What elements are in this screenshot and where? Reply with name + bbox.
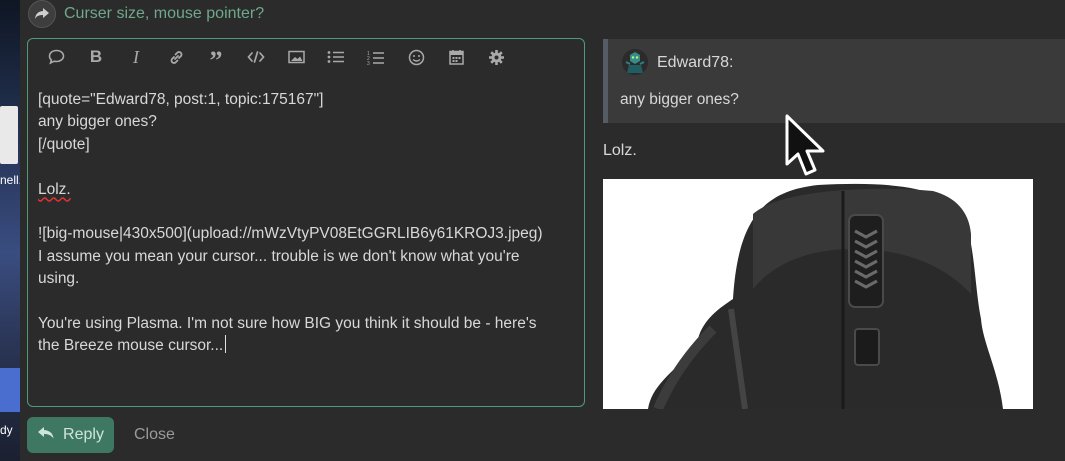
preview-body-text: Lolz. xyxy=(603,142,637,159)
reply-button-label: Reply xyxy=(63,426,104,443)
editor-line: using. xyxy=(38,270,80,288)
image-icon[interactable] xyxy=(276,39,316,75)
desktop-file-icon[interactable] xyxy=(0,106,18,164)
misspelled-word: Lolz. xyxy=(38,180,71,198)
preview-quote: Edward78: any bigger ones? xyxy=(603,39,1065,123)
reply-to-header: Curser size, mouse pointer? xyxy=(28,0,264,28)
bullet-list-icon[interactable] xyxy=(316,39,356,75)
svg-text:3: 3 xyxy=(367,61,370,65)
text-caret xyxy=(225,335,227,354)
editor-line: I assume you mean your cursor... trouble… xyxy=(38,247,520,265)
desktop-background: nell. dy xyxy=(0,0,20,461)
italic-icon[interactable]: I xyxy=(116,39,156,75)
close-button[interactable]: Close xyxy=(134,417,175,453)
emoji-icon[interactable] xyxy=(396,39,436,75)
desktop-file-label-2: dy xyxy=(0,423,13,437)
quote-text: any bigger ones? xyxy=(620,91,739,108)
composer-textarea[interactable]: [quote="Edward78, post:1, topic:175167"]… xyxy=(38,89,573,358)
numbered-list-icon[interactable]: 123 xyxy=(356,39,396,75)
editor-line: [/quote] xyxy=(38,135,90,153)
quote-username[interactable]: Edward78: xyxy=(657,54,734,72)
code-icon[interactable] xyxy=(236,39,276,75)
gear-icon[interactable] xyxy=(476,39,516,75)
editor-line: You're using Plasma. I'm not sure how BI… xyxy=(38,314,537,332)
editor-line-last: the Breeze mouse cursor... xyxy=(38,335,573,357)
editor-line: [quote="Edward78, post:1, topic:175167"] xyxy=(38,91,324,108)
editor-line-spellcheck: Lolz. xyxy=(38,179,573,201)
link-icon[interactable] xyxy=(156,39,196,75)
editor-line: ![big-mouse|430x500](upload://mWzVtyPV08… xyxy=(38,225,543,243)
composer-toolbar: B I ” 123 xyxy=(28,39,584,75)
editor-line-text: the Breeze mouse cursor... xyxy=(38,337,224,355)
preview-image-big-mouse[interactable] xyxy=(603,179,1033,409)
desktop-file-label: nell. xyxy=(0,173,20,187)
composer-editor: B I ” 123 [quote="Edward78, post:1, topi… xyxy=(27,38,585,407)
reply-arrow-icon xyxy=(37,426,55,445)
editor-line: any bigger ones? xyxy=(38,113,157,131)
blockquote-icon[interactable]: ” xyxy=(196,39,236,75)
bold-icon[interactable]: B xyxy=(76,39,116,75)
topic-title-link[interactable]: Curser size, mouse pointer? xyxy=(64,5,264,23)
reply-button[interactable]: Reply xyxy=(27,417,114,453)
calendar-icon[interactable] xyxy=(436,39,476,75)
share-arrow-icon[interactable] xyxy=(28,0,56,28)
avatar[interactable] xyxy=(622,49,648,75)
mouse-cursor-icon xyxy=(785,114,825,176)
desktop-selection xyxy=(0,368,20,412)
quote-bubble-icon[interactable] xyxy=(36,39,76,75)
